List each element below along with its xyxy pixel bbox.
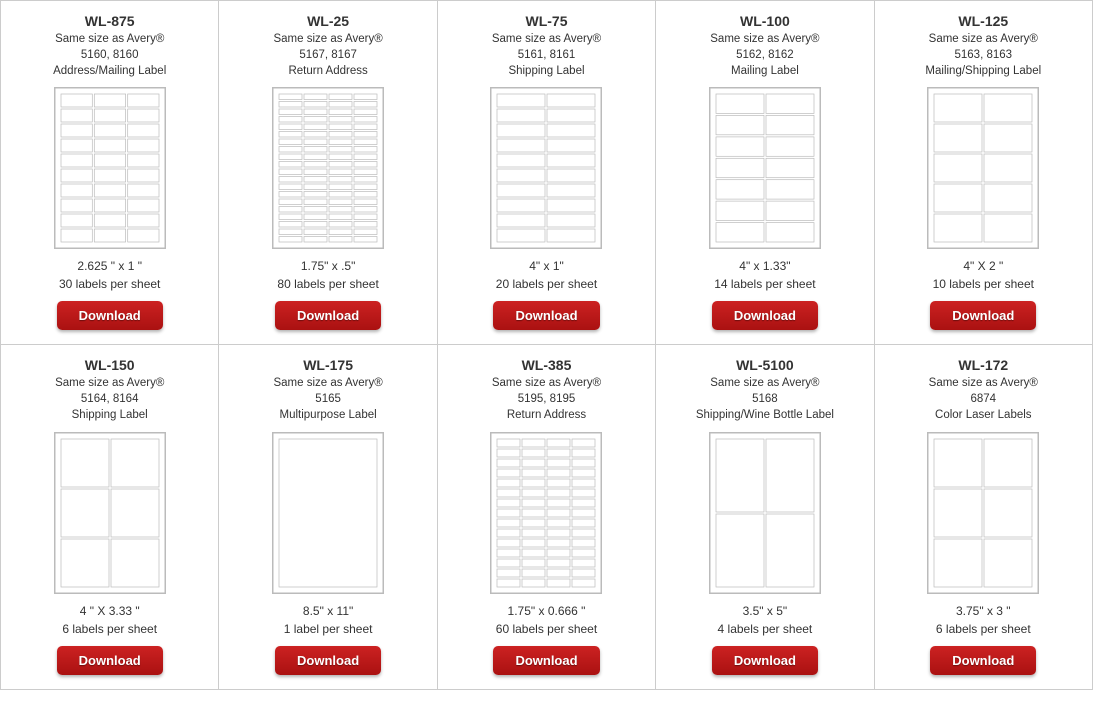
card-title: WL-100 — [740, 13, 790, 29]
label-preview — [709, 432, 821, 594]
label-card-wl-25: WL-25 Same size as Avery®5167, 8167Retur… — [219, 1, 437, 345]
label-card-wl-75: WL-75 Same size as Avery®5161, 8161Shipp… — [438, 1, 656, 345]
card-count: 1 label per sheet — [284, 622, 373, 636]
card-subtitle: Same size as Avery®6874Color Laser Label… — [929, 375, 1038, 423]
label-preview — [927, 432, 1039, 594]
card-size: 4" X 2 " — [963, 259, 1003, 273]
card-subtitle: Same size as Avery®5167, 8167Return Addr… — [273, 31, 382, 79]
card-count: 6 labels per sheet — [62, 622, 157, 636]
label-card-wl-125: WL-125 Same size as Avery®5163, 8163Mail… — [875, 1, 1093, 345]
download-button[interactable]: Download — [493, 646, 599, 675]
card-title: WL-125 — [958, 13, 1008, 29]
download-button[interactable]: Download — [275, 301, 381, 330]
card-title: WL-875 — [85, 13, 135, 29]
card-count: 10 labels per sheet — [933, 277, 1034, 291]
label-preview — [54, 432, 166, 594]
label-preview — [272, 87, 384, 249]
card-subtitle: Same size as Avery®5165Multipurpose Labe… — [273, 375, 382, 423]
card-subtitle: Same size as Avery®5164, 8164Shipping La… — [55, 375, 164, 423]
label-card-wl-5100: WL-5100 Same size as Avery®5168Shipping/… — [656, 345, 874, 689]
download-button[interactable]: Download — [493, 301, 599, 330]
card-title: WL-172 — [958, 357, 1008, 373]
card-size: 8.5" x 11" — [303, 604, 353, 618]
label-card-wl-100: WL-100 Same size as Avery®5162, 8162Mail… — [656, 1, 874, 345]
download-button[interactable]: Download — [930, 646, 1036, 675]
card-size: 2.625 " x 1 " — [77, 259, 142, 273]
card-title: WL-150 — [85, 357, 135, 373]
card-size: 1.75" x .5" — [301, 259, 356, 273]
card-count: 80 labels per sheet — [277, 277, 378, 291]
card-count: 20 labels per sheet — [496, 277, 597, 291]
label-card-wl-172: WL-172 Same size as Avery®6874Color Lase… — [875, 345, 1093, 689]
card-subtitle: Same size as Avery®5160, 8160Address/Mai… — [53, 31, 166, 79]
download-button[interactable]: Download — [57, 301, 163, 330]
card-size: 1.75" x 0.666 " — [508, 604, 586, 618]
card-size: 4 " X 3.33 " — [80, 604, 140, 618]
card-size: 3.5" x 5" — [743, 604, 788, 618]
card-size: 4" x 1.33" — [739, 259, 790, 273]
label-preview — [490, 87, 602, 249]
card-subtitle: Same size as Avery®5195, 8195Return Addr… — [492, 375, 601, 423]
card-count: 30 labels per sheet — [59, 277, 160, 291]
card-title: WL-25 — [307, 13, 349, 29]
card-count: 60 labels per sheet — [496, 622, 597, 636]
card-count: 4 labels per sheet — [718, 622, 813, 636]
download-button[interactable]: Download — [930, 301, 1036, 330]
card-size: 4" x 1" — [529, 259, 564, 273]
card-count: 14 labels per sheet — [714, 277, 815, 291]
label-preview — [54, 87, 166, 249]
download-button[interactable]: Download — [712, 646, 818, 675]
download-button[interactable]: Download — [57, 646, 163, 675]
download-button[interactable]: Download — [712, 301, 818, 330]
label-card-wl-175: WL-175 Same size as Avery®5165Multipurpo… — [219, 345, 437, 689]
card-title: WL-5100 — [736, 357, 794, 373]
card-title: WL-175 — [303, 357, 353, 373]
card-subtitle: Same size as Avery®5161, 8161Shipping La… — [492, 31, 601, 79]
card-subtitle: Same size as Avery®5163, 8163Mailing/Shi… — [925, 31, 1041, 79]
label-card-wl-150: WL-150 Same size as Avery®5164, 8164Ship… — [1, 345, 219, 689]
label-preview — [490, 432, 602, 594]
label-preview — [709, 87, 821, 249]
card-title: WL-385 — [522, 357, 572, 373]
card-count: 6 labels per sheet — [936, 622, 1031, 636]
label-preview — [272, 432, 384, 594]
label-card-wl-875: WL-875 Same size as Avery®5160, 8160Addr… — [1, 1, 219, 345]
card-subtitle: Same size as Avery®5168Shipping/Wine Bot… — [696, 375, 834, 423]
download-button[interactable]: Download — [275, 646, 381, 675]
label-preview — [927, 87, 1039, 249]
card-title: WL-75 — [525, 13, 567, 29]
label-card-wl-385: WL-385 Same size as Avery®5195, 8195Retu… — [438, 345, 656, 689]
card-subtitle: Same size as Avery®5162, 8162Mailing Lab… — [710, 31, 819, 79]
card-size: 3.75" x 3 " — [956, 604, 1011, 618]
